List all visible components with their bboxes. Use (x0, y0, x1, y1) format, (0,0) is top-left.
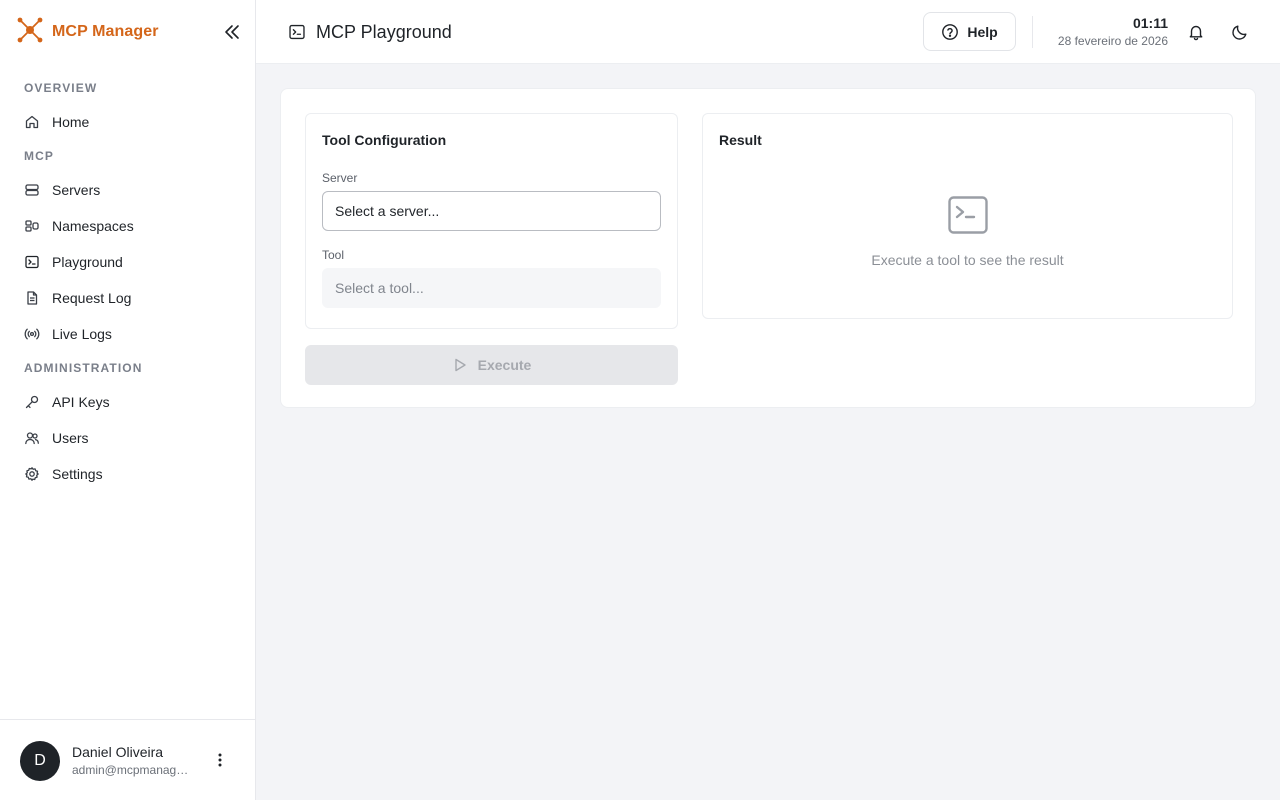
sidebar-item-namespaces[interactable]: Namespaces (0, 208, 256, 244)
brand[interactable]: MCP Manager (16, 16, 159, 48)
tool-configuration-panel: Tool Configuration Server Select a serve… (305, 113, 678, 329)
page-title: MCP Playground (316, 21, 452, 42)
nav-section-overview: OVERVIEW (24, 81, 98, 95)
file-text-icon (27, 291, 38, 305)
nav-section-administration: ADMINISTRATION (24, 361, 143, 375)
page-title-group: MCP Playground (288, 0, 452, 64)
sidebar-item-servers[interactable]: Servers (0, 172, 256, 208)
gear-icon (25, 467, 39, 481)
key-icon (25, 395, 39, 409)
result-empty-text: Execute a tool to see the result (871, 252, 1064, 268)
sidebar-item-label: Home (52, 114, 90, 130)
sidebar-item-settings[interactable]: Settings (0, 456, 256, 492)
radio-icon (24, 328, 40, 340)
user-menu-button[interactable] (210, 750, 230, 770)
more-vertical-icon (218, 753, 222, 767)
server-label: Server (322, 171, 358, 185)
sidebar-item-label: Request Log (52, 290, 132, 306)
tool-select[interactable]: Select a tool... (322, 268, 661, 308)
clock-time: 01:11 (1132, 15, 1168, 31)
sidebar: MCP Manager OVERVIEW Home MCP Servers Na… (0, 0, 256, 800)
play-icon (454, 358, 466, 372)
user-email: admin@mcpmanager.local (72, 763, 192, 777)
terminal-icon (948, 196, 988, 239)
sidebar-nav: OVERVIEW Home MCP Servers Namespaces Pla… (0, 72, 256, 492)
sidebar-item-label: Settings (52, 466, 103, 482)
namespace-icon (25, 220, 39, 232)
server-select[interactable]: Select a server... (322, 191, 661, 231)
result-panel: Result Execute a tool to see the result (702, 113, 1233, 319)
sidebar-item-label: Users (52, 430, 89, 446)
server-icon (25, 184, 39, 196)
home-icon (25, 115, 39, 129)
logo-icon (16, 16, 44, 49)
header-divider (1032, 16, 1033, 48)
terminal-icon (25, 255, 39, 269)
nav-section-mcp: MCP (24, 149, 54, 163)
result-title: Result (719, 132, 762, 148)
clock-date: 28 fevereiro de 2026 (1057, 34, 1168, 48)
users-icon (25, 432, 39, 445)
sidebar-item-label: Playground (52, 254, 123, 270)
top-header: MCP Playground Help 01:11 28 fevereiro d… (256, 0, 1280, 64)
sidebar-item-api-keys[interactable]: API Keys (0, 384, 256, 420)
help-button-label: Help (967, 23, 998, 40)
sidebar-item-live-logs[interactable]: Live Logs (0, 316, 256, 352)
notifications-button[interactable] (1184, 20, 1208, 44)
collapse-sidebar-button[interactable] (218, 18, 246, 46)
help-button[interactable]: Help (923, 12, 1016, 51)
user-name: Daniel Oliveira (72, 744, 164, 760)
sidebar-item-label: Namespaces (52, 218, 134, 234)
sidebar-item-playground[interactable]: Playground (0, 244, 256, 280)
sidebar-item-request-log[interactable]: Request Log (0, 280, 256, 316)
sidebar-item-label: Servers (52, 182, 101, 198)
help-circle-icon (942, 23, 959, 40)
brand-name: MCP Manager (52, 23, 159, 40)
execute-button-label: Execute (477, 357, 532, 373)
tool-configuration-title: Tool Configuration (322, 132, 447, 148)
execute-button[interactable]: Execute (305, 345, 678, 385)
sidebar-item-home[interactable]: Home (0, 104, 256, 140)
chevrons-left-icon (225, 25, 239, 39)
terminal-icon (289, 24, 305, 40)
sidebar-item-label: Live Logs (52, 326, 112, 342)
theme-toggle-button[interactable] (1228, 20, 1252, 44)
playground-card: Tool Configuration Server Select a serve… (280, 88, 1256, 408)
moon-icon (1232, 25, 1247, 40)
tool-label: Tool (322, 248, 345, 262)
user-card: D Daniel Oliveira admin@mcpmanager.local (0, 719, 256, 800)
sidebar-item-label: API Keys (52, 394, 110, 410)
bell-icon (1189, 25, 1203, 41)
sidebar-item-users[interactable]: Users (0, 420, 256, 456)
avatar[interactable]: D (20, 741, 60, 781)
